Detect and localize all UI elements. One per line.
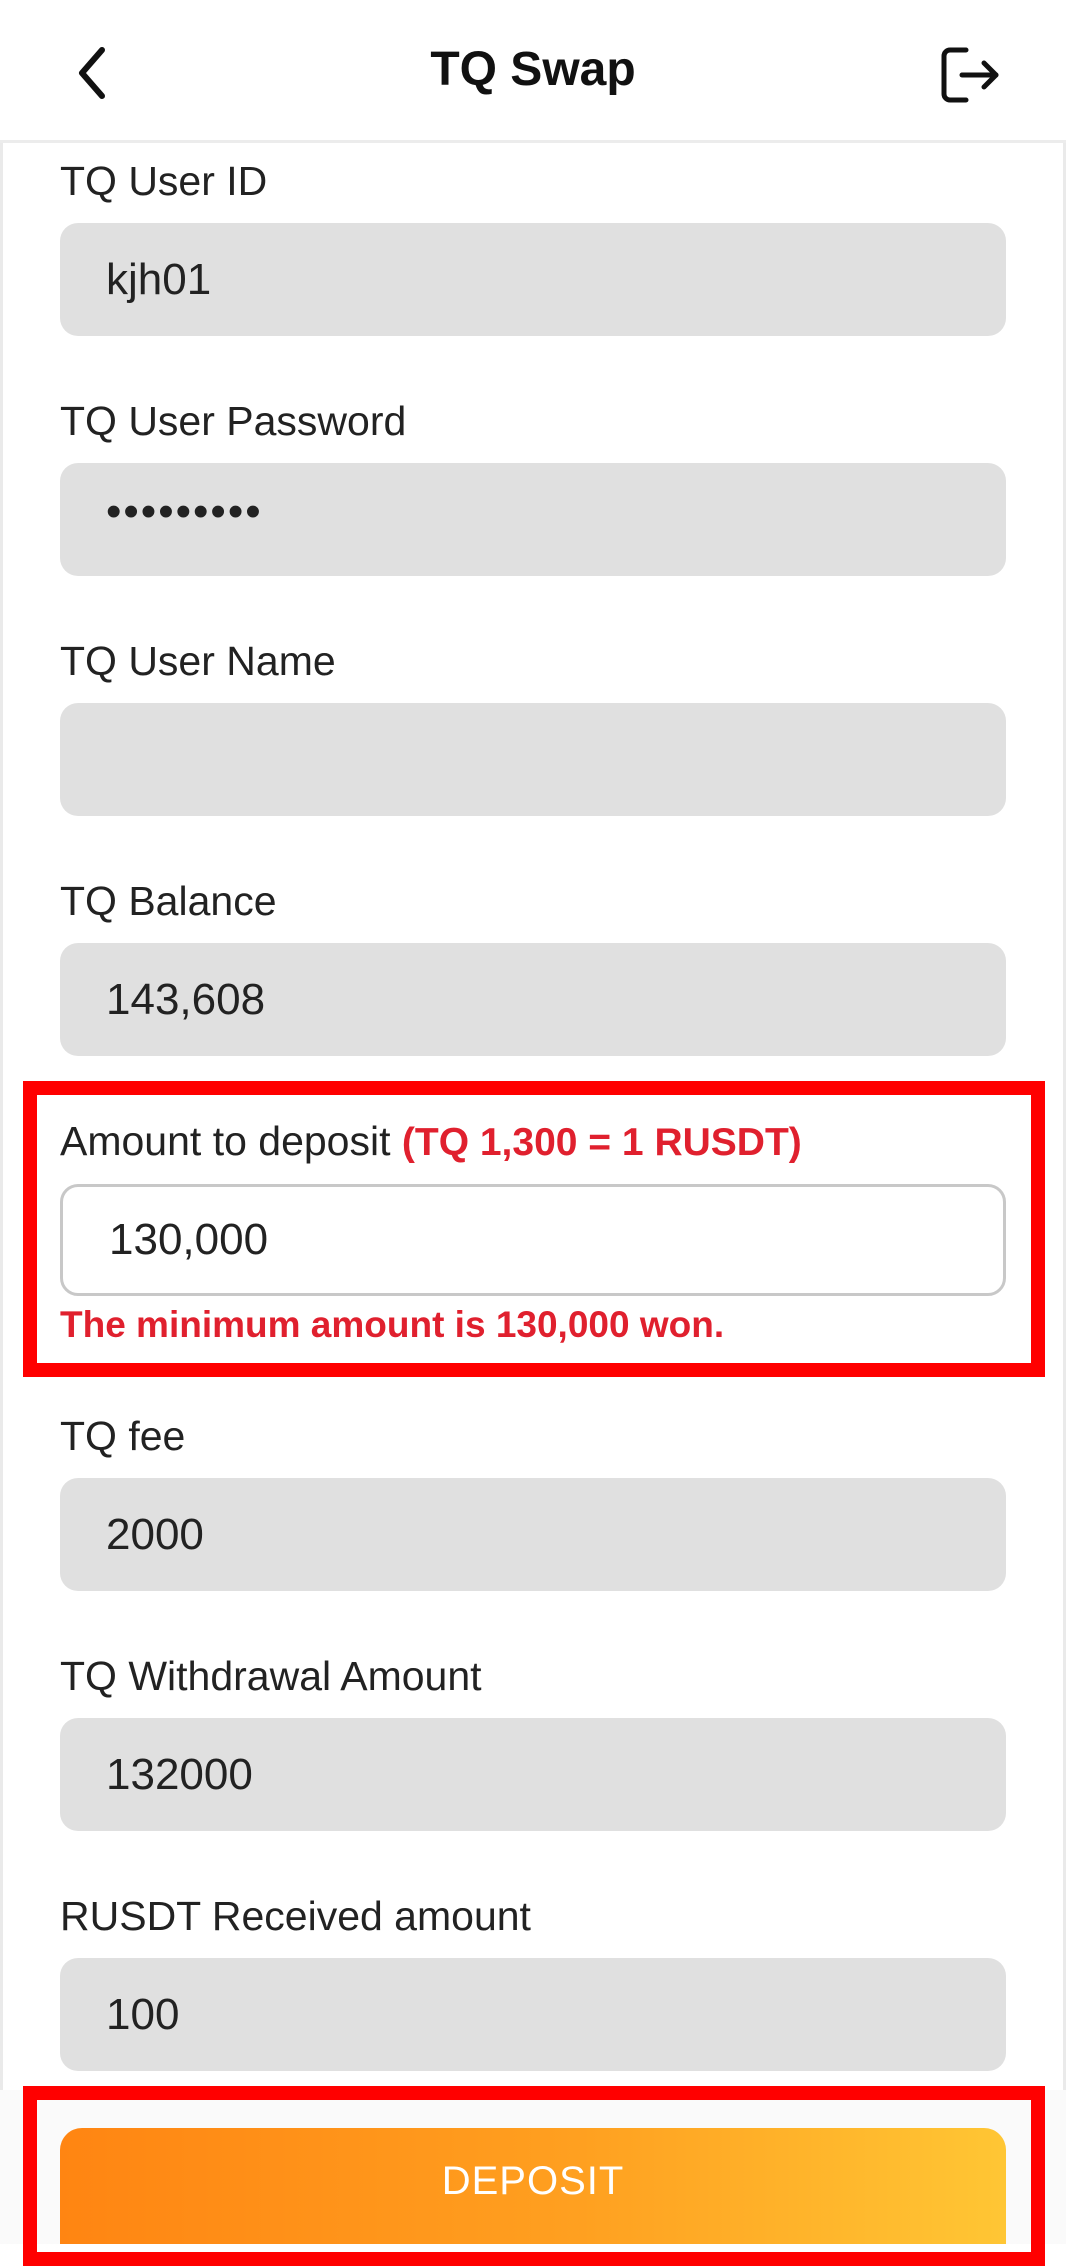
password-field: •••••••••	[60, 463, 1006, 576]
user-id-field: kjh01	[60, 223, 1006, 336]
deposit-amount-input[interactable]: 130,000	[60, 1184, 1006, 1296]
balance-field: 143,608	[60, 943, 1006, 1056]
password-label: TQ User Password	[60, 398, 407, 444]
withdrawal-field: 132000	[60, 1718, 1006, 1831]
exchange-rate-note: (TQ 1,300 = 1 RUSDT)	[401, 1121, 802, 1164]
minimum-amount-error: The minimum amount is 130,000 won.	[60, 1304, 725, 1345]
received-label: RUSDT Received amount	[60, 1893, 531, 1939]
deposit-amount-value: 130,000	[109, 1215, 269, 1264]
fee-field: 2000	[60, 1478, 1006, 1591]
withdrawal-label: TQ Withdrawal Amount	[60, 1653, 482, 1699]
balance-value: 143,608	[106, 974, 266, 1024]
logout-button[interactable]	[936, 40, 1006, 110]
withdrawal-value: 132000	[106, 1749, 253, 1799]
page-title: TQ Swap	[430, 43, 636, 96]
fee-value: 2000	[106, 1509, 204, 1559]
user-name-label: TQ User Name	[60, 638, 336, 684]
password-value: •••••••••	[106, 486, 263, 536]
top-bar: TQ Swap	[0, 0, 1066, 143]
user-name-field	[60, 703, 1006, 816]
deposit-label: Amount to deposit (TQ 1,300 = 1 RUSDT)	[60, 1118, 802, 1165]
balance-label: TQ Balance	[60, 878, 277, 925]
fee-label: TQ fee	[60, 1413, 186, 1459]
deposit-button[interactable]: DEPOSIT	[60, 2128, 1006, 2244]
balance-label-text: TQ Balance	[60, 878, 277, 924]
user-id-value: kjh01	[106, 254, 212, 304]
received-field: 100	[60, 1958, 1006, 2071]
received-value: 100	[106, 1989, 180, 2039]
user-id-label: TQ User ID	[60, 158, 268, 204]
deposit-label-text: Amount to deposit	[60, 1118, 391, 1164]
logout-icon	[941, 47, 999, 103]
